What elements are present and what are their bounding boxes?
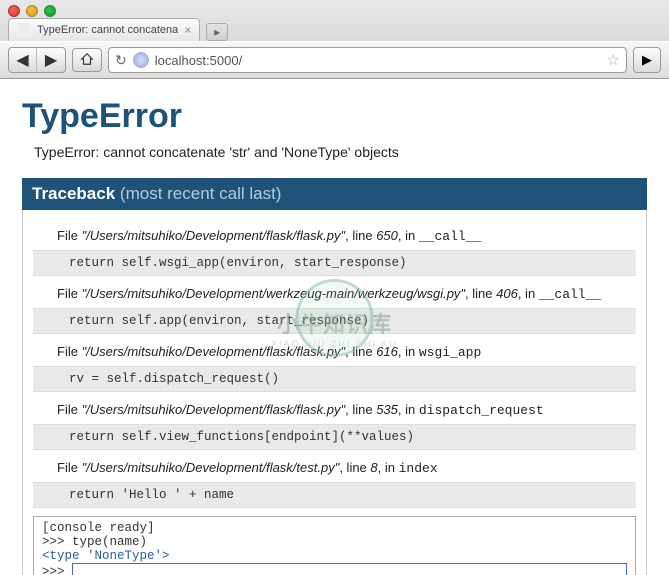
globe-icon — [133, 52, 149, 68]
traceback-header-label: Traceback — [32, 184, 115, 203]
arrow-right-icon: ▶ — [45, 50, 57, 70]
arrow-left-icon: ◀ — [16, 50, 28, 70]
frame-location: File "/Users/mitsuhiko/Development/flask… — [33, 226, 636, 248]
reload-icon[interactable]: ↻ — [115, 52, 127, 69]
console-ready-line: [console ready] — [42, 521, 627, 535]
page-content[interactable]: 小牛知识库 XIAO NIU ZHI SHI KU TypeError Type… — [0, 79, 669, 575]
zoom-window-button[interactable] — [44, 5, 56, 17]
debug-console[interactable]: [console ready] >>> type(name) <type 'No… — [33, 516, 636, 575]
home-button[interactable] — [72, 48, 102, 72]
close-window-button[interactable] — [8, 5, 20, 17]
frame-code-line[interactable]: return self.app(environ, start_response) — [33, 308, 636, 334]
browser-chrome: TypeError: cannot concatena × ▸ ◀ ▶ ↻ ☆ … — [0, 0, 669, 79]
traceback-frame[interactable]: File "/Users/mitsuhiko/Development/flask… — [23, 226, 646, 276]
back-button[interactable]: ◀ — [9, 48, 37, 72]
traceback-frame[interactable]: File "/Users/mitsuhiko/Development/flask… — [23, 400, 646, 450]
address-bar[interactable]: ↻ ☆ — [108, 47, 627, 73]
toolbar: ◀ ▶ ↻ ☆ ▶ — [0, 41, 669, 78]
minimize-window-button[interactable] — [26, 5, 38, 17]
home-icon — [80, 52, 94, 69]
tab-strip: TypeError: cannot concatena × ▸ — [0, 18, 669, 41]
traceback-header-note: (most recent call last) — [120, 184, 282, 203]
traceback-body: File "/Users/mitsuhiko/Development/flask… — [22, 210, 647, 575]
bookmark-star-icon[interactable]: ☆ — [607, 51, 620, 69]
traceback-frame[interactable]: File "/Users/mitsuhiko/Development/werkz… — [23, 284, 646, 334]
frame-code-line[interactable]: return self.wsgi_app(environ, start_resp… — [33, 250, 636, 276]
console-history-line: >>> type(name) — [42, 535, 627, 549]
exception-message: TypeError: cannot concatenate 'str' and … — [34, 144, 647, 160]
exception-type-heading: TypeError — [22, 97, 647, 136]
traffic-lights — [8, 5, 56, 17]
traceback-frame[interactable]: File "/Users/mitsuhiko/Development/flask… — [23, 342, 646, 392]
frame-location: File "/Users/mitsuhiko/Development/flask… — [33, 400, 636, 422]
frame-location: File "/Users/mitsuhiko/Development/werkz… — [33, 284, 636, 306]
close-tab-icon[interactable]: × — [184, 23, 191, 37]
console-prompt: >>> — [42, 565, 72, 575]
tab-title: TypeError: cannot concatena — [37, 24, 178, 36]
forward-button[interactable]: ▶ — [37, 48, 65, 72]
frame-code-line[interactable]: return 'Hello ' + name — [33, 482, 636, 508]
frame-code-line[interactable]: rv = self.dispatch_request() — [33, 366, 636, 392]
console-input-row: >>> — [42, 563, 627, 575]
traceback-frame[interactable]: File "/Users/mitsuhiko/Development/flask… — [23, 458, 646, 508]
frame-location: File "/Users/mitsuhiko/Development/flask… — [33, 458, 636, 480]
frame-code-line[interactable]: return self.view_functions[endpoint](**v… — [33, 424, 636, 450]
frame-location: File "/Users/mitsuhiko/Development/flask… — [33, 342, 636, 364]
nav-button-group: ◀ ▶ — [8, 47, 66, 73]
traceback-header: Traceback (most recent call last) — [22, 178, 647, 210]
console-output-line: <type 'NoneType'> — [42, 549, 627, 563]
browser-tab-current[interactable]: TypeError: cannot concatena × — [8, 18, 200, 41]
play-icon: ▶ — [642, 52, 652, 68]
console-input[interactable] — [72, 563, 627, 575]
url-input[interactable] — [155, 53, 601, 68]
new-tab-button[interactable]: ▸ — [206, 23, 228, 41]
go-button[interactable]: ▶ — [633, 47, 661, 73]
favicon — [17, 23, 31, 37]
